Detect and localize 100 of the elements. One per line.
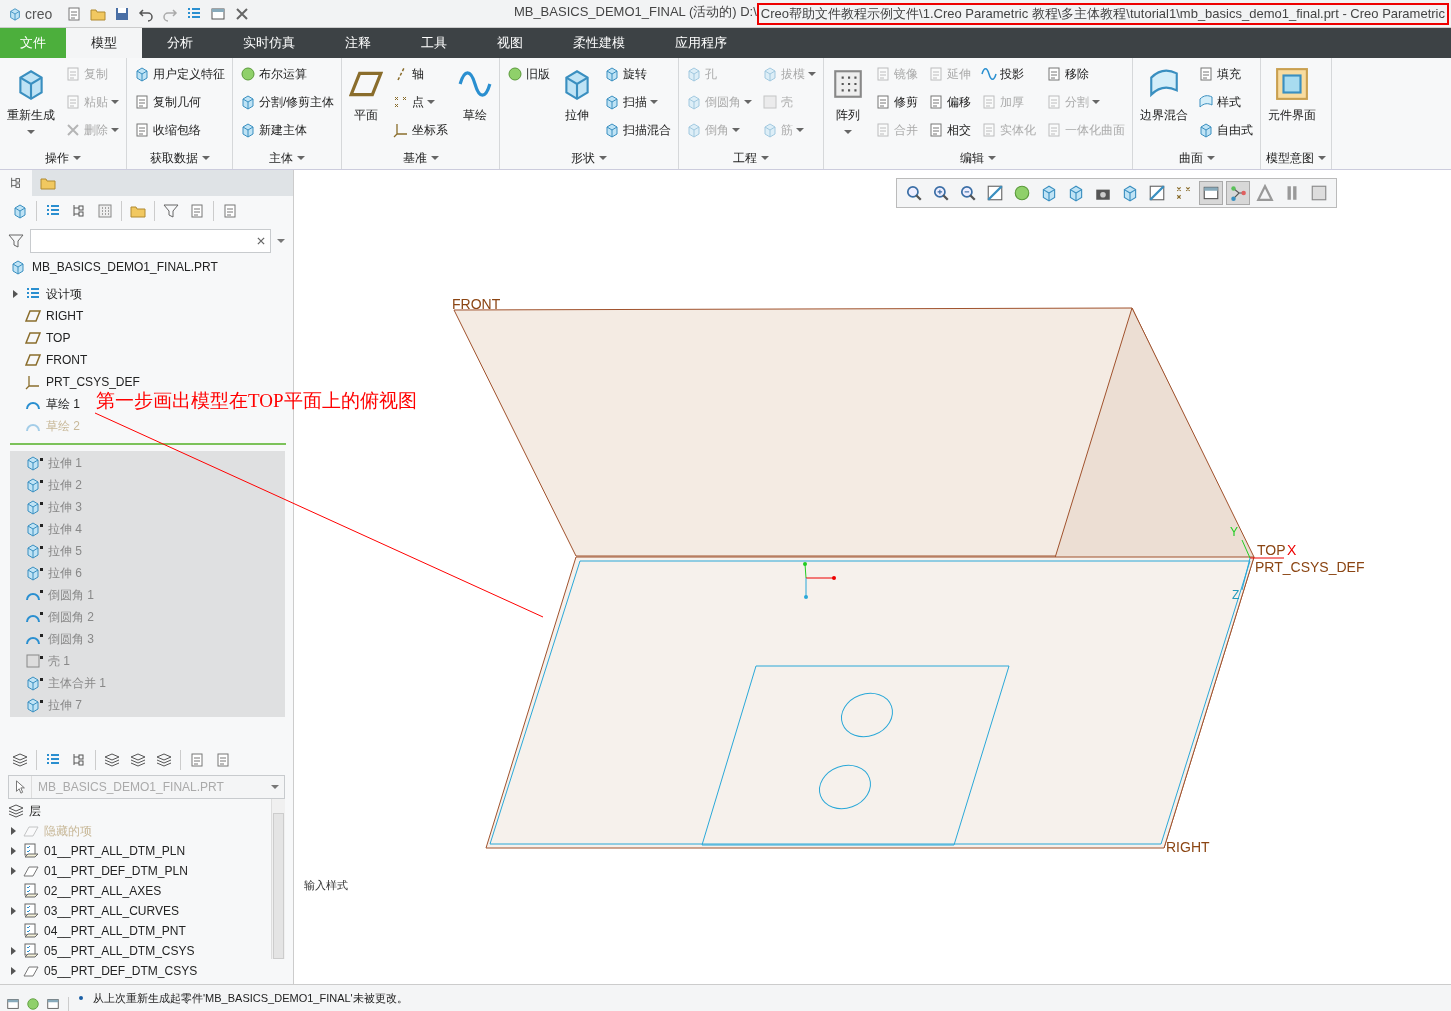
ribbon-button[interactable]: 扫描 (602, 91, 674, 113)
ribbon-button[interactable]: 平面 (347, 63, 386, 128)
ribbon-tab[interactable]: 实时仿真 (218, 28, 320, 58)
tree-item[interactable]: 05__PRT_DEF_DTM_CSYS (44, 964, 198, 978)
ribbon-tab[interactable]: 视图 (472, 28, 548, 58)
filter-field[interactable] (30, 229, 271, 253)
ribbon-button[interactable]: 新建主体 (238, 119, 337, 141)
ribbon-button[interactable]: 阵列 (829, 63, 868, 138)
cube-icon (25, 455, 41, 471)
tree-item[interactable]: 01__PRT_ALL_DTM_PLN (44, 844, 186, 858)
ribbon-button[interactable]: 填充 (1196, 63, 1256, 85)
ribbon-tab[interactable]: 应用程序 (650, 28, 752, 58)
hole-outline (819, 764, 871, 810)
ribbon-button[interactable]: 投影 (979, 63, 1039, 85)
ribbon-button[interactable]: 坐标系 (391, 119, 451, 141)
square-icon (25, 653, 41, 669)
ribbon-button[interactable]: 边界混合 (1138, 63, 1191, 128)
tree-item[interactable]: RIGHT (46, 309, 84, 323)
tree-item[interactable]: PRT_CSYS_DEF (46, 375, 140, 389)
group-label[interactable]: 曲面 (1178, 149, 1203, 167)
ribbon-button[interactable]: 旋转 (602, 63, 674, 85)
group-label[interactable]: 工程 (733, 149, 758, 167)
tree-item[interactable]: 01__PRT_DEF_DTM_PLN (44, 864, 188, 878)
expand-arrow[interactable] (10, 967, 16, 975)
toolbar-button[interactable] (161, 201, 181, 221)
page-icon (134, 94, 150, 110)
ribbon-tab[interactable]: 柔性建模 (548, 28, 650, 58)
ribbon-button[interactable]: 元件界面 (1266, 63, 1319, 128)
ribbon-button[interactable]: 草绘 (456, 63, 495, 128)
cube-icon (686, 66, 703, 82)
status-button[interactable] (6, 997, 20, 1011)
ribbon-button[interactable]: 复制几何 (132, 91, 227, 113)
changed-marker (40, 677, 43, 681)
caret-icon (844, 130, 853, 134)
ribbon-button[interactable]: 点 (391, 91, 451, 113)
cross-icon[interactable] (234, 5, 251, 22)
caret-icon (796, 128, 805, 132)
group-label[interactable]: 操作 (45, 149, 69, 167)
ribbon-button[interactable]: 旧版 (505, 63, 553, 85)
ribbon-button[interactable]: 修剪 (873, 91, 921, 113)
expand-arrow[interactable] (10, 947, 16, 955)
tree-item[interactable]: 设计项 (46, 285, 82, 303)
panel-tab[interactable] (0, 170, 32, 196)
diagonal-icon (986, 184, 1004, 202)
expand-arrow[interactable] (10, 907, 16, 915)
ribbon-button[interactable]: 拉伸 (558, 63, 597, 128)
tree-item[interactable]: 层 (29, 802, 41, 820)
group-label[interactable]: 主体 (269, 149, 294, 167)
tree-icon (71, 752, 87, 768)
status-button[interactable] (46, 997, 60, 1011)
ribbon-button[interactable]: 布尔运算 (238, 63, 337, 85)
caret-icon[interactable] (277, 239, 285, 243)
save-icon[interactable] (114, 5, 131, 22)
group-label[interactable]: 编辑 (960, 149, 985, 167)
axis-label: Y (1230, 525, 1238, 539)
tree-item[interactable]: MB_BASICS_DEMO1_FINAL.PRT (32, 260, 218, 274)
tree-item[interactable]: TOP (46, 331, 71, 345)
tree-item[interactable]: 05__PRT_ALL_DTM_CSYS (44, 944, 195, 958)
tree-item[interactable]: FRONT (46, 353, 88, 367)
ribbon-button[interactable]: 用户定义特征 (132, 63, 227, 85)
tree-item[interactable]: 04__PRT_ALL_DTM_PNT (44, 924, 186, 938)
cube-icon (1040, 184, 1058, 202)
caret-icon (1318, 156, 1327, 160)
ribbon-button[interactable]: 轴 (391, 63, 451, 85)
window-icon[interactable] (210, 5, 227, 22)
funnel-icon (8, 233, 24, 249)
group-label[interactable]: 形状 (571, 149, 596, 167)
ribbon-tab[interactable]: 工具 (396, 28, 472, 58)
toolbar-button[interactable] (1200, 182, 1222, 204)
status-button[interactable] (26, 997, 40, 1011)
ribbon-tab[interactable]: 模型 (66, 28, 142, 58)
funnel-icon (163, 203, 179, 219)
page-icon[interactable] (66, 5, 83, 22)
folder-icon (130, 203, 146, 219)
group-label[interactable]: 获取数据 (149, 149, 198, 167)
ribbon-button[interactable]: 自由式 (1196, 119, 1256, 141)
page-icon (875, 122, 892, 138)
group-label[interactable]: 基准 (402, 149, 427, 167)
ribbon-button[interactable]: 收缩包络 (132, 119, 227, 141)
ribbon-button[interactable]: 样式 (1196, 91, 1256, 113)
tree-item[interactable]: 02__PRT_ALL_AXES (44, 884, 162, 898)
scrollbar[interactable] (271, 799, 285, 959)
ribbon-tab[interactable]: 分析 (142, 28, 218, 58)
ribbon-button[interactable]: 重新生成 (5, 63, 57, 138)
tree-item[interactable]: 03__PRT_ALL_CURVES (44, 904, 179, 918)
ribbon-tab[interactable]: 注释 (320, 28, 396, 58)
caret-icon (1206, 156, 1215, 160)
expand-arrow[interactable] (10, 847, 16, 855)
ribbon-button[interactable]: 相交 (926, 119, 974, 141)
expand-arrow[interactable] (12, 290, 18, 298)
ribbon-button[interactable]: 移除 (1044, 63, 1128, 85)
expand-arrow[interactable] (10, 867, 16, 875)
ribbon-button[interactable]: 偏移 (926, 91, 974, 113)
ribbon-button[interactable]: 扫描混合 (602, 119, 674, 141)
plane-icon (25, 352, 41, 368)
group-label[interactable]: 模型意图 (1266, 149, 1315, 167)
ribbon-button[interactable]: 分割/修剪主体 (238, 91, 337, 113)
tree-item[interactable]: 草绘 1 (46, 395, 80, 413)
highlighted-path: Creo帮助文件教程示例文件\1.Creo Parametric 教程\多主体教程\tutorial1\mb_basics_demo1_final.prt - Creo Parametric (756, 2, 1449, 25)
points-icon (1175, 184, 1193, 202)
